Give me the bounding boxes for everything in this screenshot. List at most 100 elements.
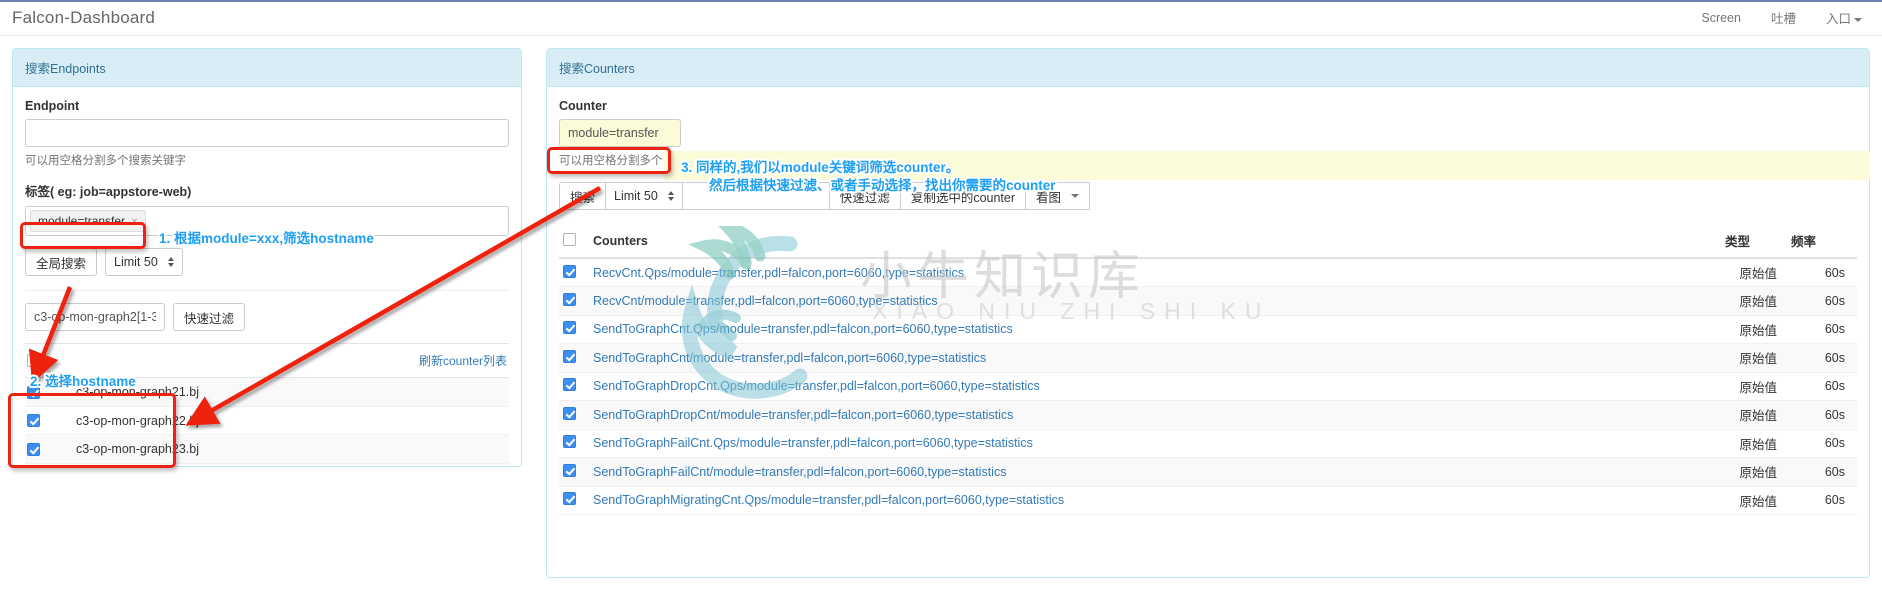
counters-select-all-cell	[559, 224, 589, 259]
hostname-list: c3-op-mon-graph21.bj c3-op-mon-graph22.b…	[25, 378, 509, 464]
counters-table-row[interactable]: SendToGraphDropCnt/module=transfer,pdl=f…	[559, 400, 1857, 430]
chevron-down-icon	[1854, 17, 1862, 22]
counters-panel-body: Counter 可以用空格分割多个搜索关键字 搜索 Limit 50 快速过滤 …	[547, 87, 1869, 527]
counter-frequency-cell: 60s	[1787, 286, 1857, 316]
counter-checkbox[interactable]	[563, 406, 576, 420]
counter-search-button[interactable]: 搜索	[559, 182, 607, 210]
counter-checkbox-cell	[559, 315, 589, 344]
counter-checkbox[interactable]	[563, 349, 576, 363]
tag-token-input[interactable]: module=transfer ×	[25, 206, 509, 237]
counter-input[interactable]	[559, 119, 681, 147]
counter-quick-filter-button[interactable]: 快速过滤	[828, 182, 901, 210]
hostname-select-all-checkbox[interactable]	[27, 354, 40, 368]
counter-field-label: Counter	[559, 99, 607, 113]
counters-table-row[interactable]: SendToGraphCnt/module=transfer,pdl=falco…	[559, 343, 1857, 373]
nav-link-screen[interactable]: Screen	[1701, 11, 1741, 25]
view-graph-button[interactable]: 看图	[1025, 182, 1091, 210]
counter-checkbox-cell	[559, 429, 589, 458]
counters-table-row[interactable]: SendToGraphDropCnt.Qps/module=transfer,p…	[559, 372, 1857, 401]
counters-table-row[interactable]: SendToGraphFailCnt/module=transfer,pdl=f…	[559, 457, 1857, 487]
hostname-row[interactable]: c3-op-mon-graph21.bj	[25, 378, 509, 407]
counter-checkbox[interactable]	[563, 292, 576, 306]
copy-selected-counter-button[interactable]: 复制选中的counter	[899, 182, 1027, 210]
hostname-filter-input[interactable]	[25, 303, 165, 332]
counter-limit-select[interactable]: Limit 50	[605, 182, 683, 210]
hostname-quick-filter-button[interactable]: 快速过滤	[173, 303, 246, 332]
counter-checkbox-cell	[559, 457, 589, 487]
endpoint-help-text: 可以用空格分割多个搜索关键字	[25, 155, 186, 167]
counter-checkbox[interactable]	[563, 435, 576, 449]
endpoint-limit-label: Limit 50	[114, 255, 158, 270]
global-search-button[interactable]: 全局搜索	[25, 248, 98, 277]
counters-table-row[interactable]: RecvCnt.Qps/module=transfer,pdl=falcon,p…	[559, 258, 1857, 287]
counter-name-cell: SendToGraphDropCnt/module=transfer,pdl=f…	[589, 400, 1721, 430]
hostname-row[interactable]: c3-op-mon-graph22.bj	[25, 407, 509, 436]
counters-table-row[interactable]: RecvCnt/module=transfer,pdl=falcon,port=…	[559, 286, 1857, 316]
divider	[25, 290, 509, 292]
counter-frequency-cell: 60s	[1787, 315, 1857, 344]
nav-link-feedback[interactable]: 吐槽	[1771, 8, 1796, 27]
counters-select-all-checkbox[interactable]	[563, 232, 576, 246]
counter-type-cell: 原始值	[1721, 372, 1787, 401]
column-header-frequency[interactable]: 频率	[1787, 224, 1857, 259]
counter-name-link[interactable]: SendToGraphCnt/module=transfer,pdl=falco…	[593, 351, 986, 365]
counter-type-cell: 原始值	[1721, 457, 1787, 487]
hostname-filter-controls: 快速过滤	[25, 303, 509, 332]
counter-name-link[interactable]: SendToGraphFailCnt.Qps/module=transfer,p…	[593, 436, 1033, 450]
counter-name-link[interactable]: SendToGraphDropCnt/module=transfer,pdl=f…	[593, 408, 1013, 422]
nav-link-entry[interactable]: 入口	[1826, 8, 1862, 27]
view-graph-label: 看图	[1036, 190, 1062, 205]
endpoint-search-controls: 全局搜索 Limit 50	[25, 248, 509, 277]
endpoints-panel-header: 搜索Endpoints	[13, 49, 521, 87]
counter-checkbox[interactable]	[563, 378, 576, 392]
hostname-checkbox[interactable]	[27, 414, 40, 428]
counter-type-cell: 原始值	[1721, 400, 1787, 430]
counter-name-link[interactable]: RecvCnt/module=transfer,pdl=falcon,port=…	[593, 294, 938, 308]
endpoint-input[interactable]	[25, 119, 509, 147]
endpoints-search-panel: 搜索Endpoints Endpoint 可以用空格分割多个搜索关键字 标签( …	[12, 48, 522, 467]
counters-table-header-row: Counters 类型 频率	[559, 224, 1857, 259]
counters-table-body: RecvCnt.Qps/module=transfer,pdl=falcon,p…	[559, 258, 1857, 515]
counter-frequency-cell: 60s	[1787, 486, 1857, 515]
counter-name-link[interactable]: SendToGraphDropCnt.Qps/module=transfer,p…	[593, 379, 1040, 393]
close-icon[interactable]: ×	[131, 214, 138, 228]
counter-frequency-cell: 60s	[1787, 400, 1857, 430]
endpoint-limit-select[interactable]: Limit 50	[105, 248, 183, 277]
column-header-type[interactable]: 类型	[1721, 224, 1787, 259]
counter-checkbox-cell	[559, 286, 589, 316]
hostname-checkbox[interactable]	[27, 442, 40, 456]
counter-name-cell: SendToGraphMigratingCnt.Qps/module=trans…	[589, 486, 1721, 515]
counter-name-cell: SendToGraphDropCnt.Qps/module=transfer,p…	[589, 372, 1721, 401]
counter-name-link[interactable]: SendToGraphFailCnt/module=transfer,pdl=f…	[593, 465, 1006, 479]
counters-table-row[interactable]: SendToGraphCnt.Qps/module=transfer,pdl=f…	[559, 315, 1857, 344]
hostname-label: c3-op-mon-graph23.bj	[76, 442, 199, 457]
counter-filter-input[interactable]	[681, 182, 830, 210]
counters-panel-header: 搜索Counters	[547, 49, 1869, 87]
app-brand-title[interactable]: Falcon-Dashboard	[12, 8, 155, 28]
chevron-down-icon	[1071, 194, 1080, 198]
counter-name-cell: SendToGraphCnt.Qps/module=transfer,pdl=f…	[589, 315, 1721, 344]
endpoint-field-label: Endpoint	[25, 99, 80, 113]
counter-checkbox[interactable]	[563, 321, 576, 335]
main-content: 搜索Endpoints Endpoint 可以用空格分割多个搜索关键字 标签( …	[0, 36, 1882, 578]
hostname-checkbox[interactable]	[27, 385, 40, 399]
tag-token[interactable]: module=transfer ×	[30, 210, 147, 233]
refresh-counter-list-link[interactable]: 刷新counter列表	[419, 352, 507, 369]
spinner-icon	[167, 257, 174, 268]
counter-checkbox[interactable]	[563, 264, 576, 278]
counter-name-link[interactable]: RecvCnt.Qps/module=transfer,pdl=falcon,p…	[593, 266, 964, 280]
counters-table-row[interactable]: SendToGraphMigratingCnt.Qps/module=trans…	[559, 486, 1857, 515]
column-header-counters[interactable]: Counters	[589, 224, 1721, 259]
counter-checkbox[interactable]	[563, 463, 576, 477]
counter-frequency-cell: 60s	[1787, 429, 1857, 458]
counters-table-head: Counters 类型 频率	[559, 224, 1857, 259]
counter-name-link[interactable]: SendToGraphMigratingCnt.Qps/module=trans…	[593, 493, 1064, 507]
hostname-row[interactable]: c3-op-mon-graph23.bj	[25, 435, 509, 464]
counter-type-cell: 原始值	[1721, 286, 1787, 316]
hostname-list-header: 刷新counter列表	[25, 343, 509, 379]
counter-checkbox[interactable]	[563, 492, 576, 506]
counters-table-row[interactable]: SendToGraphFailCnt.Qps/module=transfer,p…	[559, 429, 1857, 458]
counter-name-link[interactable]: SendToGraphCnt.Qps/module=transfer,pdl=f…	[593, 322, 1013, 336]
counter-name-cell: RecvCnt/module=transfer,pdl=falcon,port=…	[589, 286, 1721, 316]
counter-checkbox-cell	[559, 400, 589, 430]
